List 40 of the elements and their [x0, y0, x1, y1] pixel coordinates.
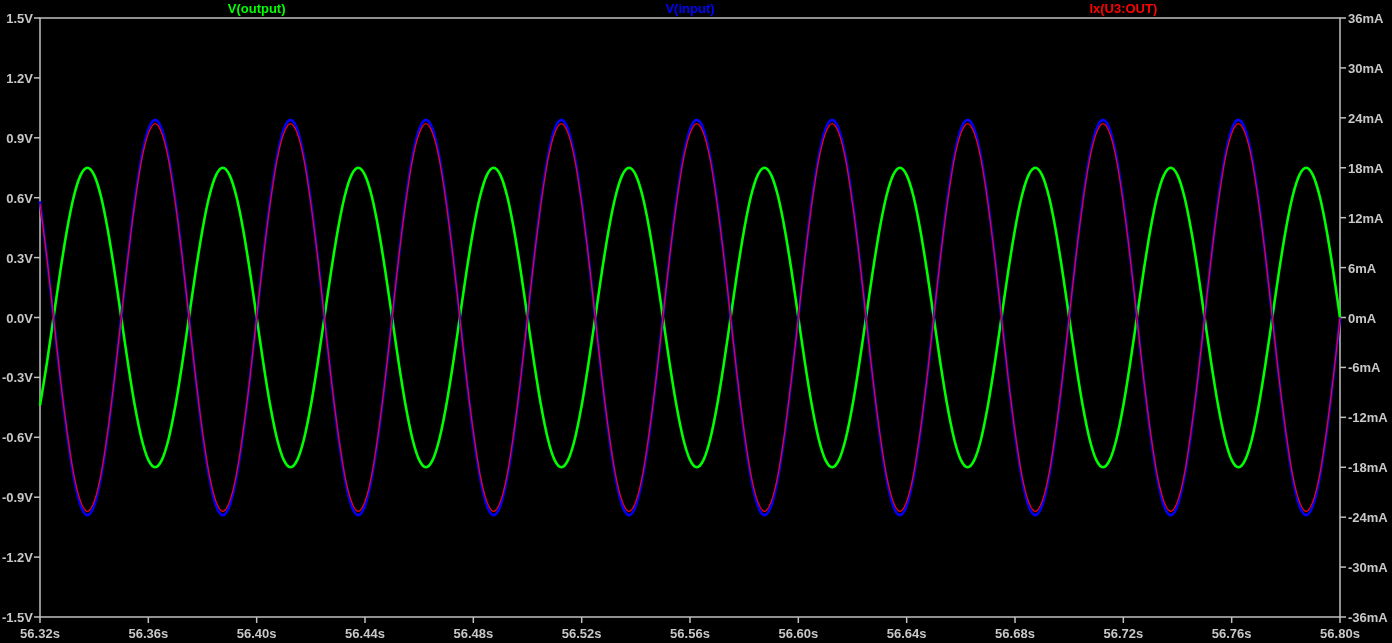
tick-label: 1.2V: [6, 70, 33, 86]
tick-label: 0.6V: [6, 190, 33, 206]
tick-label: -30mA: [1348, 560, 1388, 576]
tick-label: 56.64s: [886, 626, 927, 641]
tick-label: 56.60s: [778, 626, 819, 641]
tick-label: 56.52s: [561, 626, 602, 641]
tick-label: 6mA: [1348, 260, 1377, 276]
trace-label: V(input): [665, 1, 715, 16]
tick-label: -18mA: [1348, 460, 1388, 476]
tick-label: 56.68s: [995, 626, 1035, 641]
trace-label: V(output): [227, 1, 286, 16]
tick-label: 56.40s: [236, 626, 277, 641]
tick-label: 12mA: [1348, 210, 1384, 226]
tick-label: -6mA: [1348, 360, 1381, 376]
tick-label: -12mA: [1348, 410, 1388, 426]
tick-label: 18mA: [1348, 160, 1384, 176]
tick-label: -24mA: [1348, 510, 1388, 526]
tick-label: -1.2V: [1, 550, 33, 566]
tick-label: -1.5V: [1, 610, 33, 625]
tick-label: -0.3V: [1, 370, 33, 386]
tick-label: 56.32s: [20, 626, 60, 641]
tick-label: 36mA: [1348, 11, 1384, 26]
tick-label: 0.0V: [6, 310, 33, 326]
tick-label: 56.80s: [1320, 626, 1360, 641]
tick-label: 1.5V: [6, 11, 33, 26]
tick-label: 56.36s: [128, 626, 169, 641]
tick-label: 0.9V: [6, 130, 33, 146]
tick-label: -36mA: [1348, 610, 1388, 625]
tick-label: 0mA: [1348, 310, 1377, 326]
tick-label: 0.3V: [6, 250, 33, 266]
tick-label: -0.9V: [1, 490, 33, 506]
tick-label: -0.6V: [1, 430, 33, 446]
tick-label: 56.56s: [670, 626, 710, 641]
tick-label: 56.72s: [1103, 626, 1144, 641]
tick-label: 56.76s: [1211, 626, 1252, 641]
trace-label: Ix(U3:OUT): [1089, 1, 1158, 16]
tick-label: 56.44s: [345, 626, 385, 641]
tick-label: 56.48s: [453, 626, 494, 641]
tick-label: 24mA: [1348, 110, 1384, 126]
tick-label: 30mA: [1348, 60, 1384, 76]
